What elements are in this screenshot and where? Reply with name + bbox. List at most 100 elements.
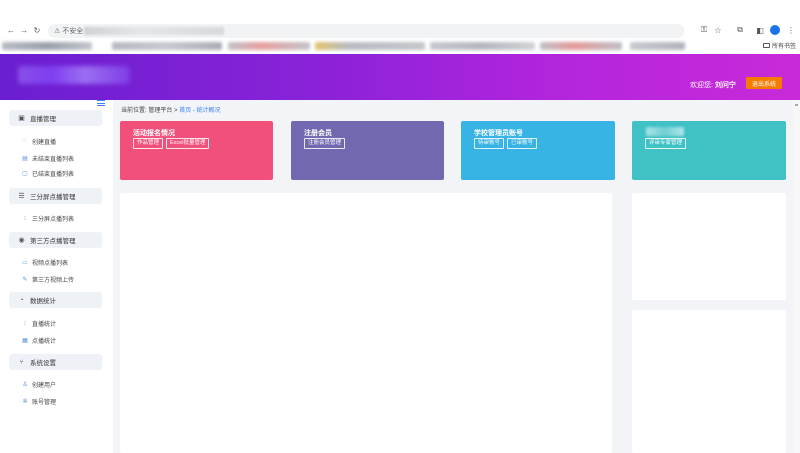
approved-accounts-button[interactable]: 已审账号 [507,138,538,149]
archive-icon: ▢ [22,170,28,177]
member-management-button[interactable]: 注册会员管理 [304,138,346,149]
reload-icon[interactable]: ↻ [32,25,42,35]
all-bookmarks-folder[interactable]: 所有书签 [763,41,796,50]
sidebar-item-label: 点播统计 [32,338,57,345]
breadcrumb-prefix: 当前位置: 管理平台 > [121,108,180,114]
sidebar-item-ongoing-live[interactable]: ▤ 未结束直播列表 [22,153,74,163]
video-icon: ▭ [22,259,28,266]
card-title: 活动报名情况 [133,130,175,137]
expert-management-button[interactable]: 评审专家管理 [645,138,687,149]
logout-button[interactable]: 退出系统 [746,77,782,89]
menu-collapse-icon[interactable] [97,100,105,106]
bookmark-item[interactable] [540,42,622,50]
folder-icon [763,43,770,48]
stat-card-members: 注册会员 注册会员管理 [291,121,444,180]
list-icon: ☰ [18,193,25,200]
sidebar-item-live-stats[interactable]: ⁝ 直播统计 [22,318,56,328]
sidebar-item-create-live[interactable]: ◌ 创建直播 [22,136,56,146]
sidebar-group-third-party[interactable]: ◉ 第三方点播管理 [9,232,102,248]
extensions-icon[interactable]: ⧉ [735,25,745,35]
welcome-text: 欢迎您: 刘问宁 [690,80,736,90]
address-bar[interactable]: ⚠ 不安全 [48,24,684,38]
sidebar-group-live[interactable]: ▣ 直播管理 [9,110,102,126]
sidebar-group-stats[interactable]: ◔ 数据统计 [9,292,102,308]
pending-accounts-button[interactable]: 待审账号 [474,138,505,149]
sidebar-item-label: 第三方视频上传 [32,277,75,284]
sidebar-item-third-party-upload[interactable]: ✎ 第三方视频上传 [22,274,74,284]
sidebar-item-video-list[interactable]: ▭ 视频点播列表 [22,257,68,267]
card-title: 学校管理员账号 [474,130,523,137]
card-title: 注册会员 [304,130,332,137]
main-panel [120,193,612,453]
username: 刘问宁 [714,82,736,89]
sidebar-item-ended-live[interactable]: ▢ 已结束直播列表 [22,168,74,178]
excel-batch-button[interactable]: Excel批量管理 [166,138,210,149]
upload-icon: ✎ [22,276,28,283]
stats-icon: ⁝ [24,320,26,327]
bookmark-folder-label: 所有书签 [772,44,797,50]
sidebar-item-label: 直播统计 [32,321,57,328]
broadcast-icon: ▣ [18,115,25,122]
breadcrumb-link[interactable]: 首页 - 统计概况 [179,108,220,114]
bookmark-item[interactable] [630,42,685,50]
sidebar-group-label: 直播管理 [30,116,56,123]
works-management-button[interactable]: 作品管理 [133,138,164,149]
bookmarks-bar: 所有书签 [0,40,800,53]
browser-toolbar: ← → ↻ ⚠ 不安全 ⚿ ☆ ⧉ ◧ ⋮ [0,20,800,40]
sidebar-item-account-management[interactable]: ✲ 账号管理 [22,396,56,406]
menu-icon[interactable]: ⋮ [786,25,796,35]
sidebar-group-settings[interactable]: ⑂ 系统设置 [9,354,102,370]
stat-card-activity: 活动报名情况 作品管理 Excel批量管理 [120,121,273,180]
sidebar-item-label: 已结束直播列表 [32,171,75,178]
side-panel-bottom [632,310,786,453]
url-text [84,27,224,35]
sidebar-group-label: 系统设置 [30,360,56,367]
back-icon[interactable]: ← [6,25,16,35]
star-icon[interactable]: ☆ [713,25,723,35]
sidebar-group-label: 第三方点播管理 [30,238,76,245]
stat-card-experts: 评审专家管理 [632,121,786,180]
list-icon: ⁝ [24,215,26,222]
play-circle-icon: ◉ [18,237,25,244]
sidebar-group-label: 三分屏点播管理 [30,194,76,201]
scroll-up-arrow[interactable] [795,104,798,106]
gear-icon: ✲ [22,398,28,405]
stats-icon: ▦ [22,337,28,344]
settings-icon: ⑂ [19,358,24,366]
key-icon[interactable]: ⚿ [699,25,709,35]
side-panel-top [632,193,786,300]
bookmark-item[interactable] [315,42,425,50]
stat-card-school-admin: 学校管理员账号 待审账号 已审账号 [461,121,615,180]
profile-avatar[interactable] [770,25,780,35]
main-content: 当前位置: 管理平台 > 首页 - 统计概况 活动报名情况 作品管理 Excel… [113,100,800,453]
chart-icon: ◔ [19,296,24,304]
sidepanel-icon[interactable]: ◧ [755,25,765,35]
card-title-redacted [646,127,684,136]
site-logo [18,66,130,84]
sidebar-group-three-screen[interactable]: ☰ 三分屏点播管理 [9,188,102,204]
sidebar-item-label: 视频点播列表 [32,260,69,267]
list-icon: ▤ [22,155,28,162]
sidebar-item-label: 三分屏点播列表 [32,216,75,223]
user-add-icon: ♙ [22,381,28,388]
sidebar-item-label: 创建直播 [32,139,57,146]
not-secure-indicator[interactable]: ⚠ 不安全 [54,26,83,36]
breadcrumb: 当前位置: 管理平台 > 首页 - 统计概况 [121,105,221,114]
sidebar-item-create-user[interactable]: ♙ 创建用户 [22,379,56,389]
forward-icon[interactable]: → [19,25,29,35]
sidebar-item-label: 创建用户 [32,382,57,389]
bookmark-item[interactable] [430,42,535,50]
sidebar: ▣ 直播管理 ◌ 创建直播 ▤ 未结束直播列表 ▢ 已结束直播列表 ☰ 三分屏点… [0,100,113,453]
bookmark-item[interactable] [2,42,92,50]
sidebar-group-label: 数据统计 [30,298,56,305]
app-header: 欢迎您: 刘问宁 退出系统 [0,54,800,100]
bookmark-item[interactable] [112,42,222,50]
sidebar-item-label: 账号管理 [32,399,57,406]
bookmark-item[interactable] [228,42,310,50]
sidebar-item-label: 未结束直播列表 [32,156,75,163]
create-live-icon: ◌ [23,138,27,144]
sidebar-item-vod-stats[interactable]: ▦ 点播统计 [22,335,56,345]
welcome-label: 欢迎您: [690,82,713,89]
page-scrollbar[interactable] [793,100,800,453]
sidebar-item-three-screen-list[interactable]: ⁝ 三分屏点播列表 [22,213,74,223]
